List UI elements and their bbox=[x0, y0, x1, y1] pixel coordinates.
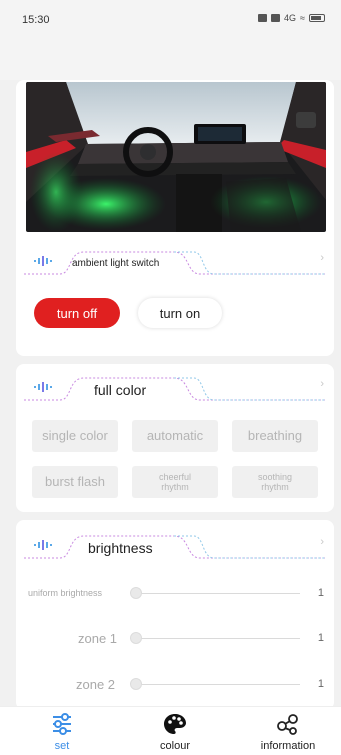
mode-burst-flash-button[interactable]: burst flash bbox=[32, 466, 118, 498]
battery-icon bbox=[309, 14, 325, 22]
full-color-header: full color › bbox=[16, 374, 334, 402]
chevron-right-icon[interactable]: › bbox=[320, 378, 324, 390]
section-wave-decoration bbox=[24, 377, 326, 401]
section-title: brightness bbox=[88, 540, 153, 556]
zone-1-slider[interactable]: zone 1 1 bbox=[16, 629, 334, 649]
mode-automatic-button[interactable]: automatic bbox=[132, 420, 218, 452]
notification-icon bbox=[258, 14, 268, 22]
turn-on-button[interactable]: turn on bbox=[138, 298, 222, 328]
chevron-right-icon[interactable]: › bbox=[320, 252, 324, 264]
section-wave-decoration bbox=[24, 251, 326, 275]
section-wave-decoration bbox=[24, 535, 326, 559]
nav-label: set bbox=[54, 740, 70, 752]
status-time: 15:30 bbox=[22, 14, 50, 26]
slider-value: 1 bbox=[317, 587, 324, 599]
zone-2-slider[interactable]: zone 2 1 bbox=[16, 675, 334, 695]
sound-wave-icon bbox=[34, 382, 52, 392]
sound-wave-icon bbox=[34, 540, 52, 550]
bottom-nav: set colour information bbox=[0, 706, 341, 755]
slider-knob[interactable] bbox=[130, 632, 142, 644]
section-title: ambient light switch bbox=[72, 258, 160, 269]
share-nodes-icon bbox=[277, 714, 298, 735]
slider-track[interactable] bbox=[132, 593, 300, 594]
slider-label: uniform brightness bbox=[28, 588, 103, 598]
message-icon bbox=[271, 14, 281, 22]
nav-information[interactable]: information bbox=[238, 707, 338, 755]
slider-label: zone 2 bbox=[76, 677, 116, 692]
chevron-right-icon[interactable]: › bbox=[320, 536, 324, 548]
slider-knob[interactable] bbox=[130, 587, 142, 599]
status-icons: 4G ≈ bbox=[258, 13, 325, 23]
slider-label: zone 1 bbox=[78, 631, 118, 646]
sound-wave-icon bbox=[34, 256, 52, 266]
uniform-brightness-slider[interactable]: uniform brightness 1 bbox=[16, 584, 334, 604]
palette-icon bbox=[164, 714, 186, 734]
slider-knob[interactable] bbox=[130, 678, 142, 690]
ambient-light-switch-header: ambient light switch › bbox=[16, 248, 334, 276]
header-area bbox=[0, 40, 341, 80]
wifi-icon: ≈ bbox=[300, 13, 305, 23]
brightness-header: brightness › bbox=[16, 532, 334, 560]
nav-colour[interactable]: colour bbox=[125, 707, 225, 755]
nav-label: colour bbox=[160, 740, 190, 752]
section-title: full color bbox=[94, 382, 147, 398]
car-interior-image bbox=[26, 82, 326, 232]
mode-breathing-button[interactable]: breathing bbox=[232, 420, 318, 452]
mode-single-color-button[interactable]: single color bbox=[32, 420, 118, 452]
slider-track[interactable] bbox=[132, 638, 300, 639]
nav-label: information bbox=[260, 740, 316, 752]
mode-soothing-rhythm-button[interactable]: soothing rhythm bbox=[232, 466, 318, 498]
mode-cheerful-rhythm-button[interactable]: cheerful rhythm bbox=[132, 466, 218, 498]
status-bar: 15:30 4G ≈ bbox=[0, 0, 341, 40]
slider-value: 1 bbox=[317, 678, 324, 690]
slider-track[interactable] bbox=[132, 684, 300, 685]
slider-value: 1 bbox=[317, 632, 324, 644]
turn-off-button[interactable]: turn off bbox=[34, 298, 120, 328]
signal-icon: 4G bbox=[284, 13, 297, 23]
sliders-icon bbox=[53, 713, 71, 735]
nav-set[interactable]: set bbox=[12, 707, 112, 755]
